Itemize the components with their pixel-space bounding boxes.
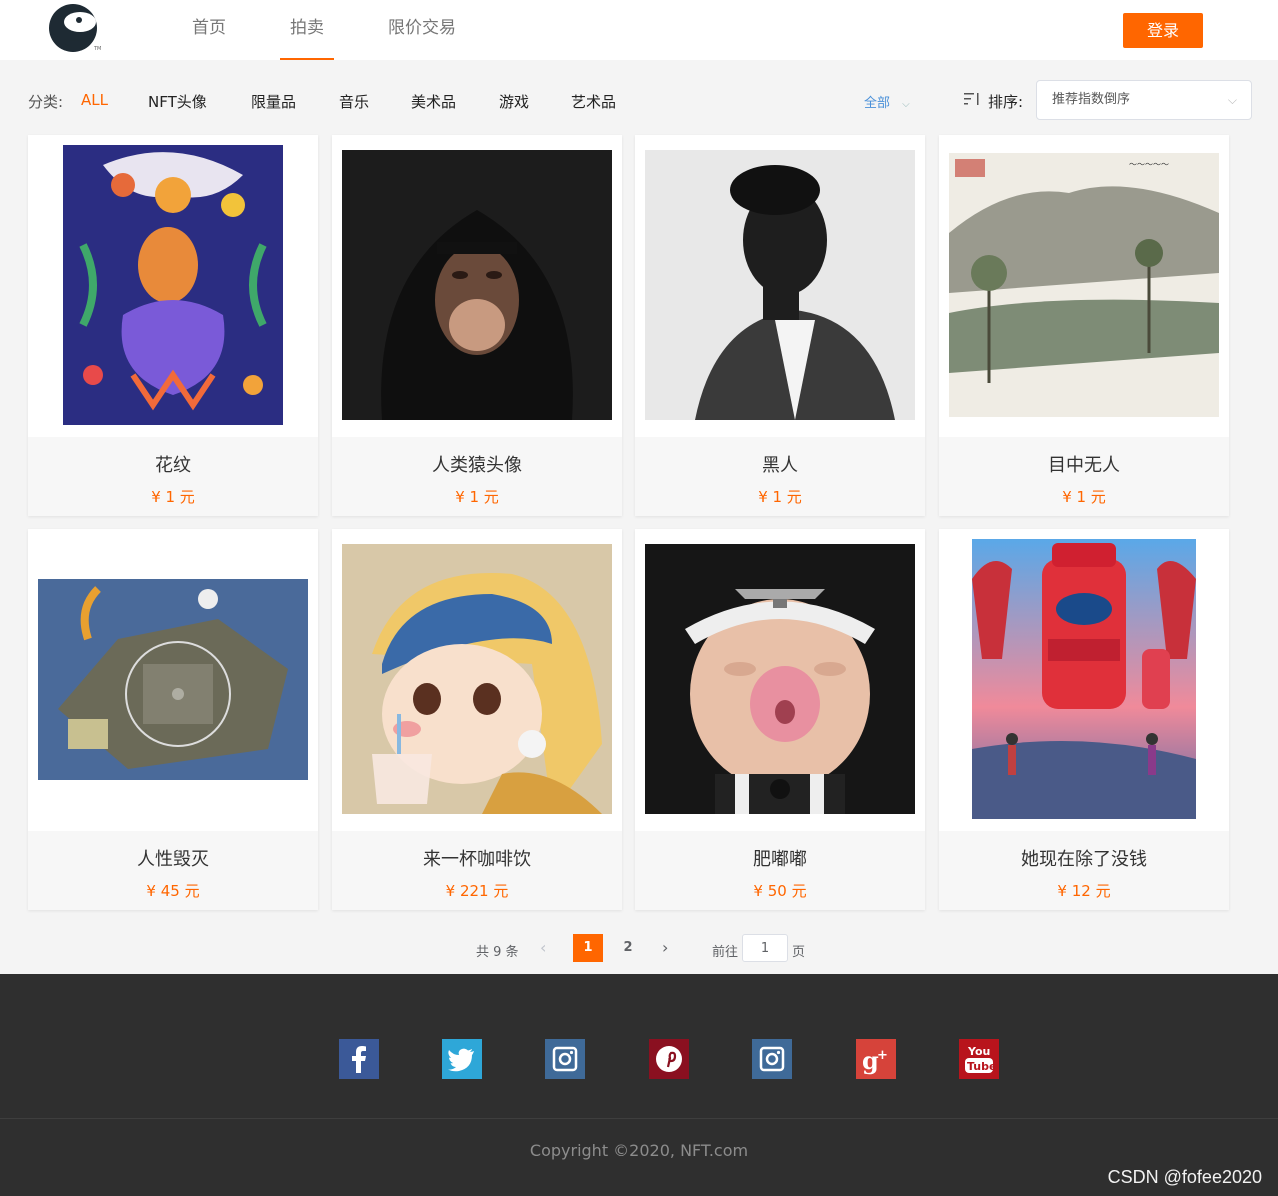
scope-label: 全部	[864, 96, 891, 111]
page-unit-label: 页	[792, 945, 806, 960]
product-image	[63, 145, 283, 425]
product-image	[645, 150, 915, 420]
svg-text:Tube: Tube	[967, 1060, 996, 1073]
category-artwork[interactable]: 艺术品	[571, 91, 616, 112]
main-nav: 首页 拍卖 限价交易	[160, 0, 488, 60]
category-all[interactable]: ALL	[81, 91, 108, 109]
product-price: ¥ 1 元	[455, 488, 499, 506]
instagram-icon[interactable]	[545, 1039, 585, 1079]
goto-page-input[interactable]	[742, 934, 788, 962]
product-price: ¥ 1 元	[758, 488, 802, 506]
nav-auction[interactable]: 拍卖	[258, 0, 356, 60]
footer: g + You Tube Copyright ©2020, NFT.com CSDN…	[0, 974, 1278, 1196]
product-price: ¥ 1 元	[1062, 488, 1106, 506]
sort-label: 排序:	[988, 93, 1024, 111]
footer-divider	[0, 1118, 1278, 1119]
category-fine-art[interactable]: 美术品	[411, 91, 456, 112]
product-name: 来一杯咖啡饮	[423, 849, 531, 870]
product-price: ¥ 45 元	[146, 882, 200, 900]
category-label: 分类:	[28, 93, 64, 111]
svg-text:You: You	[967, 1045, 990, 1058]
google-plus-icon[interactable]: g +	[856, 1039, 896, 1079]
product-image	[645, 544, 915, 814]
pagination-total: 共 9 条	[476, 945, 519, 960]
category-nft-avatar[interactable]: NFT头像	[148, 91, 207, 112]
product-image	[342, 150, 612, 420]
facebook-icon[interactable]	[339, 1039, 379, 1079]
sort-select[interactable]: 推荐指数倒序 ⌵	[1036, 80, 1252, 120]
chevron-right-icon[interactable]: ›	[662, 938, 668, 957]
product-card[interactable]: 花纹 ¥ 1 元	[28, 135, 318, 516]
pinterest-icon[interactable]	[649, 1039, 689, 1079]
youtube-icon[interactable]: You Tube	[959, 1039, 999, 1079]
category-limited[interactable]: 限量品	[251, 91, 296, 112]
product-image	[342, 544, 612, 814]
nav-limit-trade[interactable]: 限价交易	[356, 0, 488, 60]
product-name: 黑人	[762, 455, 798, 476]
category-games[interactable]: 游戏	[499, 91, 529, 112]
product-name: 她现在除了没钱	[1021, 849, 1147, 870]
product-card[interactable]: 黑人 ¥ 1 元	[635, 135, 925, 516]
sort-value: 推荐指数倒序	[1052, 92, 1131, 107]
product-card[interactable]: 人类猿头像 ¥ 1 元	[332, 135, 622, 516]
page-2-button[interactable]: 2	[613, 934, 643, 962]
chevron-down-icon: ⌵	[1227, 93, 1237, 107]
chevron-down-icon: ⌵	[902, 99, 910, 110]
goto-label: 前往	[712, 945, 739, 960]
product-name: 花纹	[155, 455, 191, 476]
product-price: ¥ 221 元	[445, 882, 509, 900]
copyright-text: Copyright ©2020, NFT.com	[529, 1141, 749, 1160]
product-price: ¥ 12 元	[1057, 882, 1111, 900]
svg-text:～～～～～: ～～～～～	[1129, 160, 1169, 169]
product-image	[972, 539, 1196, 819]
pagination: 共 9 条 ‹ 1 2 › 前往 页	[0, 934, 1278, 964]
login-button[interactable]: 登录	[1123, 13, 1203, 48]
site-logo[interactable]: TM	[46, 2, 102, 54]
product-card[interactable]: 她现在除了没钱 ¥ 12 元	[939, 529, 1229, 910]
product-name: 人类猿头像	[432, 455, 522, 476]
product-name: 目中无人	[1048, 455, 1120, 476]
top-header: TM 首页 拍卖 限价交易 登录	[0, 0, 1278, 60]
product-image: ～～～～～	[949, 153, 1219, 417]
svg-text:TM: TM	[93, 46, 101, 52]
product-card[interactable]: 肥嘟嘟 ¥ 50 元	[635, 529, 925, 910]
svg-text:+: +	[877, 1048, 888, 1063]
product-card[interactable]: 人性毁灭 ¥ 45 元	[28, 529, 318, 910]
product-name: 肥嘟嘟	[753, 849, 807, 870]
instagram-icon[interactable]	[752, 1039, 792, 1079]
product-name: 人性毁灭	[137, 849, 209, 870]
product-price: ¥ 50 元	[753, 882, 807, 900]
csdn-watermark: CSDN @fofee2020	[1107, 1167, 1262, 1187]
filter-bar: 分类: ALL NFT头像 限量品 音乐 美术品 游戏 艺术品 全部 ⌵ 排序:…	[0, 60, 1278, 132]
product-price: ¥ 1 元	[151, 488, 195, 506]
chevron-left-icon[interactable]: ‹	[540, 938, 546, 957]
nav-home[interactable]: 首页	[160, 0, 258, 60]
scope-dropdown[interactable]: 全部 ⌵	[864, 92, 910, 111]
product-image	[38, 579, 308, 780]
product-card[interactable]: ～～～～～ 目中无人 ¥ 1 元	[939, 135, 1229, 516]
sort-icon	[964, 92, 980, 110]
product-card[interactable]: 来一杯咖啡饮 ¥ 221 元	[332, 529, 622, 910]
category-music[interactable]: 音乐	[339, 91, 369, 112]
twitter-icon[interactable]	[442, 1039, 482, 1079]
page-1-button[interactable]: 1	[573, 934, 603, 962]
